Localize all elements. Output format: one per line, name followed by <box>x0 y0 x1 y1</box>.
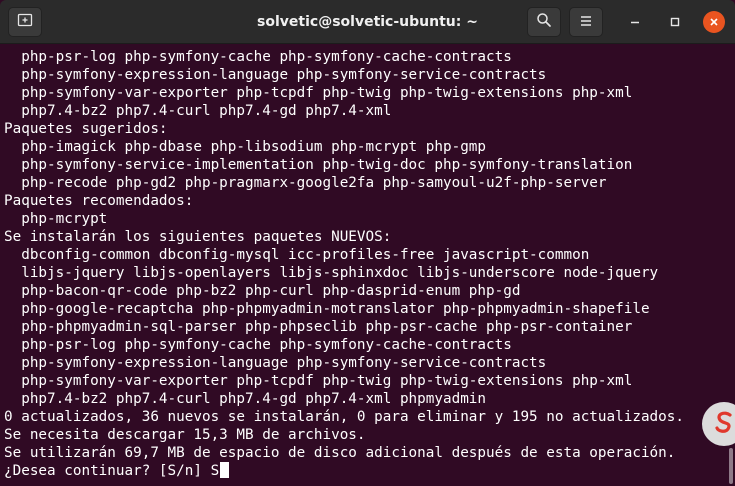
terminal-line: php-symfony-expression-language php-symf… <box>4 67 547 83</box>
terminal-line: php-recode php-gd2 php-pragmarx-google2f… <box>4 175 607 191</box>
terminal-line: Se instalarán los siguientes paquetes NU… <box>4 229 392 245</box>
prompt-text: ¿Desea continuar? [S/n] S <box>4 463 220 479</box>
menu-button[interactable] <box>569 7 603 37</box>
new-tab-icon <box>17 12 33 32</box>
terminal-line: php-symfony-var-exporter php-tcpdf php-t… <box>4 373 633 389</box>
minimize-button[interactable] <box>624 11 646 33</box>
maximize-button[interactable] <box>664 11 686 33</box>
terminal-line: php-psr-log php-symfony-cache php-symfon… <box>4 49 512 65</box>
terminal-line: dbconfig-common dbconfig-mysql icc-profi… <box>4 247 590 263</box>
terminal-output[interactable]: php-psr-log php-symfony-cache php-symfon… <box>0 44 735 486</box>
minimize-icon <box>629 13 641 32</box>
terminal-prompt-line[interactable]: ¿Desea continuar? [S/n] S <box>4 462 716 480</box>
terminal-line: php-mcrypt <box>4 211 108 227</box>
terminal-line: php-google-recaptcha php-phpmyadmin-motr… <box>4 301 650 317</box>
scrollbar-thumb[interactable] <box>729 448 733 484</box>
terminal-line: php-phpmyadmin-sql-parser php-phpseclib … <box>4 319 633 335</box>
terminal-line: php-imagick php-dbase php-libsodium php-… <box>4 139 487 155</box>
close-button[interactable] <box>703 11 725 33</box>
terminal-line: php-psr-log php-symfony-cache php-symfon… <box>4 337 512 353</box>
terminal-line: php-symfony-service-implementation php-t… <box>4 157 633 173</box>
terminal-line: 0 actualizados, 36 nuevos se instalarán,… <box>4 409 684 425</box>
terminal-line: php-symfony-expression-language php-symf… <box>4 355 547 371</box>
terminal-line: Paquetes recomendados: <box>4 193 194 209</box>
search-icon <box>536 12 552 32</box>
terminal-line: php-symfony-var-exporter php-tcpdf php-t… <box>4 85 633 101</box>
maximize-icon <box>669 13 681 32</box>
new-tab-button[interactable] <box>8 7 42 37</box>
search-button[interactable] <box>527 7 561 37</box>
terminal-line: php-bacon-qr-code php-bz2 php-curl php-d… <box>4 283 521 299</box>
terminal-line: Se necesita descargar 15,3 MB de archivo… <box>4 427 366 443</box>
terminal-line: libjs-jquery libjs-openlayers libjs-sphi… <box>4 265 659 281</box>
hamburger-menu-icon <box>579 13 593 32</box>
text-cursor <box>220 462 230 478</box>
terminal-line: php7.4-bz2 php7.4-curl php7.4-gd php7.4-… <box>4 103 392 119</box>
terminal-window: solvetic@solvetic-ubuntu: ~ php-psr-log … <box>0 0 735 486</box>
title-bar[interactable]: solvetic@solvetic-ubuntu: ~ <box>0 0 735 44</box>
close-icon <box>708 13 720 32</box>
terminal-line: php7.4-bz2 php7.4-curl php7.4-gd php7.4-… <box>4 391 487 407</box>
logo-icon <box>711 409 735 439</box>
terminal-lines: php-psr-log php-symfony-cache php-symfon… <box>4 48 716 480</box>
terminal-line: Se utilizarán 69,7 MB de espacio de disc… <box>4 445 676 461</box>
terminal-line: Paquetes sugeridos: <box>4 121 168 137</box>
